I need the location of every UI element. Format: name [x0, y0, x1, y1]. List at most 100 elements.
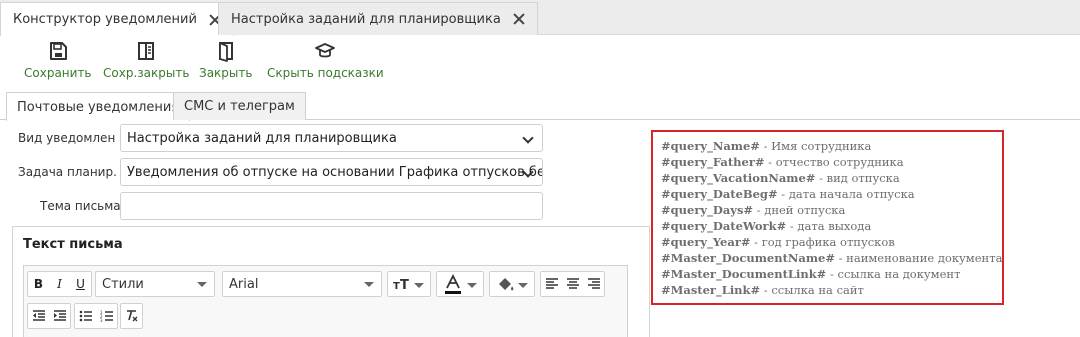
hint-placeholder-tag: #query_DateBeg#: [661, 187, 778, 201]
font-combo-value: Arial: [229, 276, 259, 292]
text-color-button[interactable]: [436, 271, 484, 297]
paint-bucket-icon: [499, 278, 514, 291]
hint-description: - год графика отпусков: [750, 235, 895, 249]
notification-type-label: Вид уведомлен...: [18, 131, 116, 145]
numbered-list-button[interactable]: 123: [96, 304, 117, 328]
hint-placeholder-tag: #query_Days#: [661, 203, 754, 217]
styles-combo-value: Стили: [102, 276, 144, 292]
hint-line: #query_Father# - отчество сотрудника: [661, 154, 994, 170]
tab-notification-builder[interactable]: Конструктор уведомлений: [0, 2, 234, 36]
numbered-list-icon: 123: [100, 310, 113, 322]
placeholder-hints-box: #query_Name# - Имя сотрудника #query_Fath…: [651, 130, 1004, 305]
save-button[interactable]: Сохранить: [24, 40, 92, 82]
text-format-group: B I U: [27, 271, 92, 297]
graduation-cap-icon: [315, 43, 336, 58]
align-right-button[interactable]: [583, 272, 604, 296]
hint-description: - наименование документа: [834, 251, 1003, 265]
underline-button[interactable]: U: [70, 272, 91, 296]
bulleted-list-icon: [79, 310, 92, 322]
hint-description: - дней отпуска: [753, 203, 846, 217]
svg-text:3: 3: [100, 318, 103, 322]
align-left-button[interactable]: [541, 272, 562, 296]
hint-description: - Имя сотрудника: [759, 139, 872, 153]
document-tab-strip: Конструктор уведомлений Настройка задани…: [0, 0, 1080, 36]
clear-format-group: [120, 303, 143, 329]
hint-description: - дата выхода: [786, 219, 872, 233]
email-body-panel: Текст письма B I U Стили Arial T T 1 2 3: [12, 226, 650, 337]
align-center-icon: [566, 278, 579, 289]
background-color-button[interactable]: [489, 271, 535, 297]
text-color-icon: [445, 273, 461, 294]
bulleted-list-button[interactable]: [75, 304, 96, 328]
close-icon[interactable]: [513, 13, 525, 25]
clear-format-icon: [126, 310, 137, 322]
bold-button[interactable]: B: [28, 272, 49, 296]
hint-line: #query_VacationName# - вид отпуска: [661, 170, 994, 186]
scheduler-task-select[interactable]: Уведомления об отпуске на основании Граф…: [120, 158, 543, 186]
hide-hints-label: Скрыть подсказки: [267, 66, 384, 80]
save-label: Сохранить: [24, 66, 92, 80]
hint-line: #Master_DocumentLink# - ссылка на докуме…: [661, 266, 994, 282]
hint-line: #query_Days# - дней отпуска: [661, 202, 994, 218]
hint-description: - ссылка на документ: [826, 267, 961, 281]
scheduler-task-label: Задача планир...: [18, 165, 116, 179]
chevron-down-icon: [522, 132, 534, 144]
save-close-label: Сохр.закрыть: [103, 66, 190, 80]
indent-group: [27, 303, 71, 329]
tab-label: Настройка заданий для планировщика: [231, 11, 501, 27]
indent-button[interactable]: [49, 304, 70, 328]
dropdown-arrow-icon: [518, 283, 528, 288]
hint-line: #query_DateBeg# - дата начала отпуска: [661, 186, 994, 202]
tab-scheduler-settings[interactable]: Настройка заданий для планировщика: [218, 2, 538, 35]
hint-placeholder-tag: #query_VacationName#: [661, 171, 816, 185]
notification-type-value: Настройка заданий для планировщика: [127, 130, 397, 146]
svg-text:T: T: [400, 278, 409, 293]
close-button[interactable]: Закрыть: [199, 40, 252, 82]
indent-icon: [53, 310, 66, 321]
tab-email-notifications[interactable]: Почтовые уведомления: [6, 92, 191, 121]
font-size-icon: T T: [393, 278, 409, 293]
email-body-title: Текст письма: [23, 237, 123, 252]
dropdown-arrow-icon: [467, 283, 477, 288]
dropdown-arrow-icon: [414, 283, 424, 288]
hint-placeholder-tag: #query_Year#: [661, 235, 751, 249]
notification-type-select[interactable]: Настройка заданий для планировщика: [120, 124, 543, 152]
tab-sms-telegram[interactable]: СМС и телеграм: [173, 92, 306, 120]
hint-description: - дата начала отпуска: [777, 187, 915, 201]
hint-line: #query_Name# - Имя сотрудника: [661, 138, 994, 154]
hint-description: - отчество сотрудника: [764, 155, 904, 169]
tab-label: СМС и телеграм: [184, 99, 295, 114]
tab-label: Конструктор уведомлений: [13, 12, 197, 27]
font-size-button[interactable]: T T: [387, 271, 431, 297]
dropdown-arrow-icon: [364, 282, 374, 287]
dropdown-arrow-icon: [197, 282, 207, 287]
scheduler-task-value: Уведомления об отпуске на основании Граф…: [127, 164, 543, 180]
subject-label: Тема письма: [40, 199, 121, 213]
hint-placeholder-tag: #Master_DocumentName#: [661, 251, 835, 265]
hint-description: - вид отпуска: [815, 171, 900, 185]
align-center-button[interactable]: [562, 272, 583, 296]
hint-line: #Master_Link# - ссылка на сайт: [661, 282, 994, 298]
italic-button[interactable]: I: [49, 272, 70, 296]
outdent-icon: [32, 310, 45, 321]
hint-line: #Master_DocumentName# - наименование док…: [661, 250, 1002, 266]
tab-label: Почтовые уведомления: [17, 99, 180, 115]
save-close-button[interactable]: Сохр.закрыть: [103, 40, 189, 82]
hint-placeholder-tag: #query_DateWork#: [661, 219, 787, 233]
hint-line: #query_DateWork# - дата выхода: [661, 218, 994, 234]
hint-line: #query_Year# - год графика отпусков: [661, 234, 994, 250]
font-combo[interactable]: Arial: [222, 271, 382, 297]
hint-placeholder-tag: #query_Father#: [661, 155, 765, 169]
hint-description: - ссылка на сайт: [760, 283, 864, 297]
outdent-button[interactable]: [28, 304, 49, 328]
hide-hints-button[interactable]: Скрыть подсказки: [267, 40, 384, 82]
styles-combo[interactable]: Стили: [95, 271, 215, 297]
hint-placeholder-tag: #query_Name#: [661, 139, 760, 153]
door-icon: [218, 42, 233, 62]
hint-placeholder-tag: #Master_Link#: [661, 283, 761, 297]
clear-format-button[interactable]: [121, 304, 142, 328]
list-group: 123: [74, 303, 118, 329]
subject-input[interactable]: [120, 192, 543, 220]
align-group: [540, 271, 605, 297]
save-close-icon: [138, 42, 155, 60]
